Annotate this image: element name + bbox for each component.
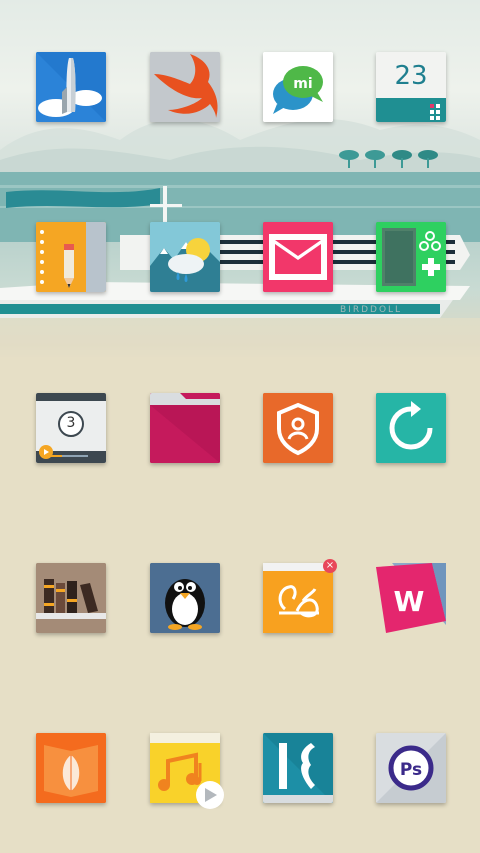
w-card-label: W: [394, 585, 425, 618]
bookshelf-icon[interactable]: [36, 563, 106, 633]
penguin-icon: [150, 563, 220, 633]
mi-chat-icon[interactable]: mi: [263, 52, 333, 122]
video-player-icon[interactable]: 3: [36, 393, 106, 463]
w-card-icon[interactable]: W: [376, 563, 446, 633]
folder-icon[interactable]: [150, 393, 220, 463]
security-shield-icon[interactable]: [263, 393, 333, 463]
uc-browser-icon[interactable]: ×: [263, 559, 337, 633]
countdown-digit: 3: [66, 415, 76, 431]
w-card-icon: W: [376, 563, 446, 633]
weather-icon: [150, 222, 220, 292]
weather-icon[interactable]: [150, 222, 220, 292]
mi-chat-label: mi: [293, 76, 312, 92]
gamepad-icon[interactable]: [376, 222, 446, 292]
swift-bird-icon[interactable]: [150, 52, 220, 122]
sync-icon[interactable]: [376, 393, 446, 463]
mi-chat-icon: mi: [263, 52, 333, 122]
folder-icon: [150, 393, 220, 463]
security-shield-icon: [263, 393, 333, 463]
ps-label: Ps: [400, 760, 422, 780]
calendar-icon[interactable]: 23: [376, 52, 446, 122]
notebook-pencil-icon: [36, 222, 106, 292]
book-reader-icon: [36, 733, 106, 803]
close-badge-icon[interactable]: ×: [323, 559, 337, 573]
rocket-launcher-icon: [36, 52, 106, 122]
photoshop-express-icon: Ps: [376, 733, 446, 803]
book-reader-icon[interactable]: [36, 733, 106, 803]
ship-name-text: BIRDDOLL: [340, 305, 402, 315]
notebook-pencil-icon[interactable]: [36, 222, 106, 292]
photoshop-express-icon[interactable]: Ps: [376, 733, 446, 803]
email-icon[interactable]: [263, 222, 333, 292]
rocket-launcher-icon[interactable]: [36, 52, 106, 122]
music-player-icon[interactable]: [150, 733, 224, 809]
k-launcher-icon[interactable]: [263, 733, 333, 803]
uc-browser-icon: [263, 563, 333, 633]
email-icon: [263, 222, 333, 292]
swift-bird-icon: [150, 52, 220, 122]
k-launcher-icon: [263, 733, 333, 803]
music-player-icon: [150, 733, 224, 809]
sync-icon: [376, 393, 446, 463]
calendar-day: 23: [394, 61, 428, 91]
gamepad-icon: [376, 222, 446, 292]
penguin-icon[interactable]: [150, 563, 220, 633]
bookshelf-icon: [36, 563, 106, 633]
